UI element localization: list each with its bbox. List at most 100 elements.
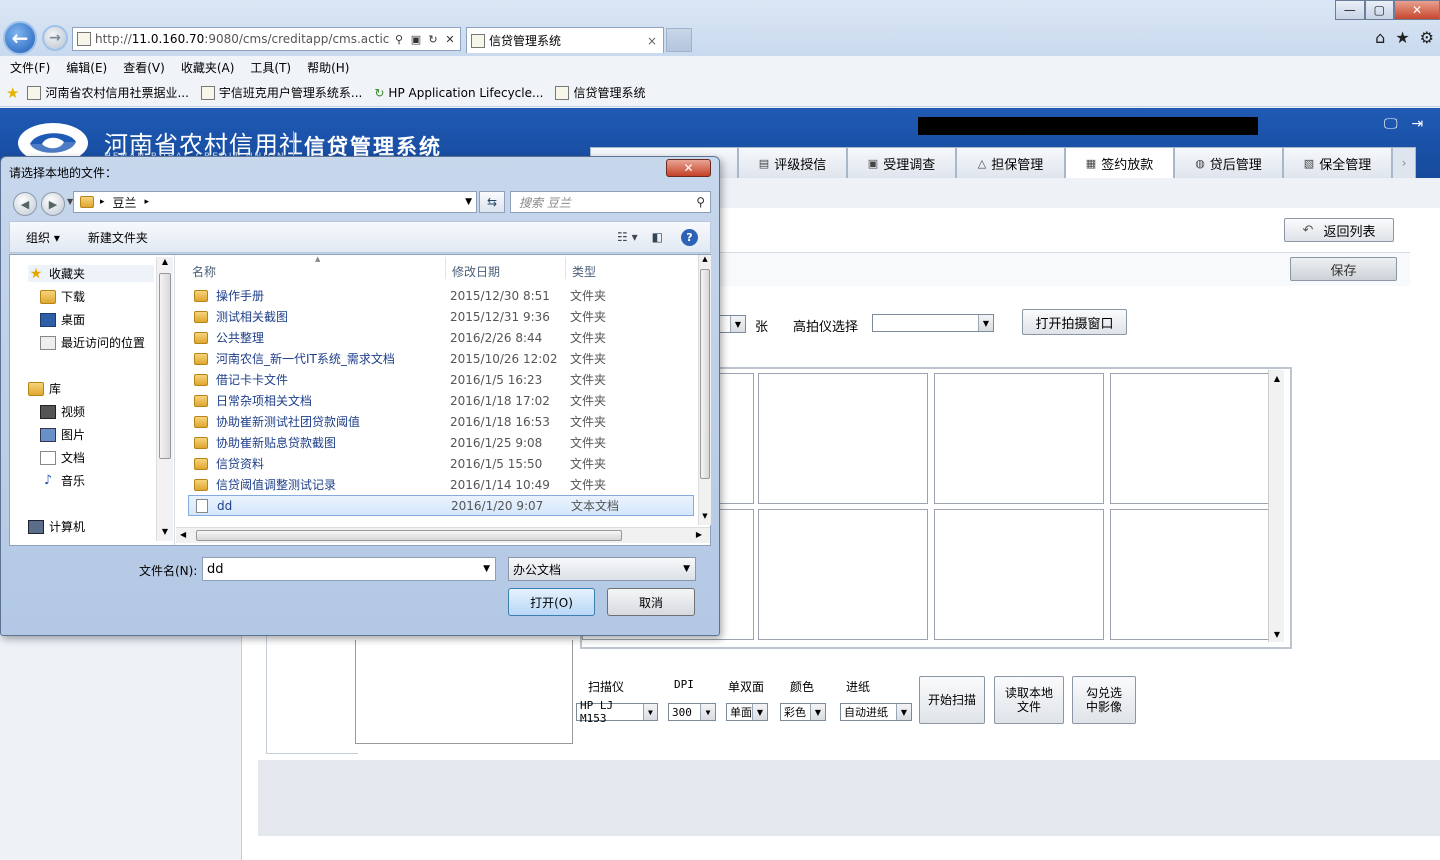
dialog-back-button[interactable]: ◀ <box>13 192 37 216</box>
favorite-link-4[interactable]: 信贷管理系统 <box>555 84 645 101</box>
scroll-down-icon[interactable]: ▼ <box>157 527 173 541</box>
select-check-image-button[interactable]: 勾兑选中影像 <box>1072 676 1136 724</box>
file-row[interactable]: 河南农信_新一代IT系统_需求文档 2015/10/26 12:02 文件夹 <box>188 348 694 369</box>
scroll-down-icon[interactable]: ▼ <box>1269 626 1285 642</box>
file-row[interactable]: 借记卡卡文件 2016/1/5 16:23 文件夹 <box>188 369 694 390</box>
duplex-select[interactable]: 单面 ▼ <box>726 703 768 721</box>
scroll-thumb[interactable] <box>159 273 171 459</box>
tree-item-desktop[interactable]: 桌面 <box>40 311 85 328</box>
back-button[interactable]: ← <box>3 21 37 55</box>
file-row[interactable]: 操作手册 2015/12/30 8:51 文件夹 <box>188 285 694 306</box>
path-dropdown-icon[interactable]: ▼ <box>465 197 472 207</box>
tab-survey[interactable]: ▣ 受理调查 <box>847 147 956 178</box>
tree-item-downloads[interactable]: 下载 <box>40 288 85 305</box>
count-select[interactable]: ▼ <box>718 315 746 333</box>
forward-button[interactable]: → <box>42 25 68 51</box>
dialog-refresh-button[interactable]: ⇆ <box>479 191 505 213</box>
close-window-button[interactable]: ✕ <box>1394 0 1440 20</box>
help-icon[interactable]: ? <box>681 228 698 246</box>
image-cell[interactable] <box>1110 509 1270 640</box>
dialog-forward-button[interactable]: ▶ <box>41 192 65 216</box>
file-row[interactable]: 信贷阈值调整测试记录 2016/1/14 10:49 文件夹 <box>188 474 694 495</box>
file-row[interactable]: 协助崔新贴息贷款截图 2016/1/25 9:08 文件夹 <box>188 432 694 453</box>
tree-item-favorites[interactable]: ★ 收藏夹 <box>28 265 154 282</box>
organize-button[interactable]: 组织 ▾ <box>26 229 60 246</box>
feed-select[interactable]: 自动进纸 ▼ <box>840 703 912 721</box>
tab-contract[interactable]: ▦ 签约放款 <box>1065 147 1174 178</box>
dialog-close-button[interactable]: ✕ <box>666 159 711 177</box>
read-local-file-button[interactable]: 读取本地文件 <box>994 676 1064 724</box>
favorite-link-1[interactable]: 河南省农村信用社票据业... <box>27 84 189 101</box>
tree-item-recent[interactable]: 最近访问的位置 <box>40 334 145 351</box>
new-folder-button[interactable]: 新建文件夹 <box>88 229 148 246</box>
tree-item-pictures[interactable]: 图片 <box>40 426 85 443</box>
new-tab-button[interactable] <box>666 28 692 52</box>
dropdown-arrow-icon[interactable]: ▼ <box>483 564 490 574</box>
tab-close-icon[interactable]: × <box>647 34 657 48</box>
scanner-select[interactable]: HP LJ M153 ▼ <box>576 699 658 725</box>
image-cell[interactable] <box>758 373 928 504</box>
search-icon[interactable]: ⚲ <box>392 32 406 46</box>
tree-item-documents[interactable]: 文档 <box>40 449 85 466</box>
color-select[interactable]: 彩色 ▼ <box>780 703 826 721</box>
save-button[interactable]: 保存 <box>1290 257 1397 281</box>
file-row[interactable]: 测试相关截图 2015/12/31 9:36 文件夹 <box>188 306 694 327</box>
scroll-thumb[interactable] <box>700 269 710 479</box>
stop-icon[interactable]: ✕ <box>443 32 457 46</box>
menu-favorites[interactable]: 收藏夹(A) <box>181 59 235 76</box>
image-cell[interactable] <box>758 509 928 640</box>
tree-item-library[interactable]: 库 <box>28 380 61 397</box>
column-header-type[interactable]: 类型 <box>572 263 596 280</box>
start-scan-button[interactable]: 开始扫描 <box>919 676 985 724</box>
logout-icon[interactable]: ⇥ <box>1412 116 1424 132</box>
preview-pane-icon[interactable]: ◧ <box>652 230 663 244</box>
menu-help[interactable]: 帮助(H) <box>307 59 349 76</box>
scroll-up-icon[interactable]: ▲ <box>157 257 173 271</box>
home-icon[interactable]: ⌂ <box>1375 28 1385 47</box>
file-row[interactable]: 公共整理 2016/2/26 8:44 文件夹 <box>188 327 694 348</box>
tab-rating[interactable]: ▤ 评级授信 <box>738 147 847 178</box>
menu-edit[interactable]: 编辑(E) <box>66 59 107 76</box>
column-header-date[interactable]: 修改日期 <box>452 263 500 280</box>
scroll-up-icon[interactable]: ▲ <box>699 255 711 268</box>
scroll-right-icon[interactable]: ▶ <box>696 530 702 539</box>
cancel-button[interactable]: 取消 <box>607 588 695 616</box>
favorite-link-2[interactable]: 宇信班克用户管理系统系... <box>200 84 362 101</box>
refresh-icon[interactable]: ↻ <box>426 32 440 46</box>
scroll-up-icon[interactable]: ▲ <box>1269 370 1285 386</box>
dialog-search-input[interactable]: 搜索 豆兰 ⚲ <box>510 191 711 213</box>
column-header-name[interactable]: 名称 <box>192 263 216 280</box>
image-cell[interactable] <box>934 373 1104 504</box>
file-row[interactable]: 信贷资料 2016/1/5 15:50 文件夹 <box>188 453 694 474</box>
file-row[interactable]: dd 2016/1/20 9:07 文本文档 <box>188 495 694 516</box>
scroll-thumb[interactable] <box>196 530 622 541</box>
open-camera-button[interactable]: 打开拍摄窗口 <box>1022 309 1127 335</box>
menu-file[interactable]: 文件(F) <box>10 59 50 76</box>
favorites-star-icon[interactable]: ★ <box>6 84 19 102</box>
dpi-select[interactable]: 300 ▼ <box>668 703 716 721</box>
menu-tools[interactable]: 工具(T) <box>250 59 291 76</box>
gear-icon[interactable]: ⚙ <box>1420 28 1434 47</box>
tab-preserve[interactable]: ▧ 保全管理 <box>1283 147 1392 178</box>
compat-icon[interactable]: ▣ <box>409 32 423 46</box>
image-grid-scrollbar[interactable]: ▲ ▼ <box>1268 370 1284 642</box>
image-cell[interactable] <box>934 509 1104 640</box>
scroll-down-icon[interactable]: ▼ <box>699 512 711 525</box>
file-list-scrollbar[interactable]: ▲ ▼ <box>698 255 711 525</box>
tree-item-computer[interactable]: 计算机 <box>28 518 85 535</box>
address-bar[interactable]: http://11.0.160.70:9080/cms/creditapp/cm… <box>72 27 461 51</box>
file-row[interactable]: 协助崔新测试社团贷款阈值 2016/1/18 16:53 文件夹 <box>188 411 694 432</box>
image-cell[interactable] <box>1110 373 1270 504</box>
tab-postloan[interactable]: ◍ 贷后管理 <box>1174 147 1283 178</box>
tree-item-music[interactable]: ♪ 音乐 <box>40 472 85 489</box>
scroll-left-icon[interactable]: ◀ <box>180 530 186 539</box>
open-button[interactable]: 打开(O) <box>508 588 595 616</box>
favorites-star-icon[interactable]: ★ <box>1395 28 1409 47</box>
path-breadcrumb[interactable]: ▸ 豆兰 ▸ ▼ <box>73 191 477 213</box>
tree-item-video[interactable]: 视频 <box>40 403 85 420</box>
menu-view[interactable]: 查看(V) <box>123 59 165 76</box>
nav-more-button[interactable]: › <box>1392 147 1416 178</box>
browser-tab[interactable]: 信贷管理系统 × <box>466 27 664 53</box>
tree-scrollbar[interactable]: ▲ ▼ <box>156 257 173 541</box>
filetype-select[interactable]: 办公文档 ▼ <box>508 557 696 581</box>
